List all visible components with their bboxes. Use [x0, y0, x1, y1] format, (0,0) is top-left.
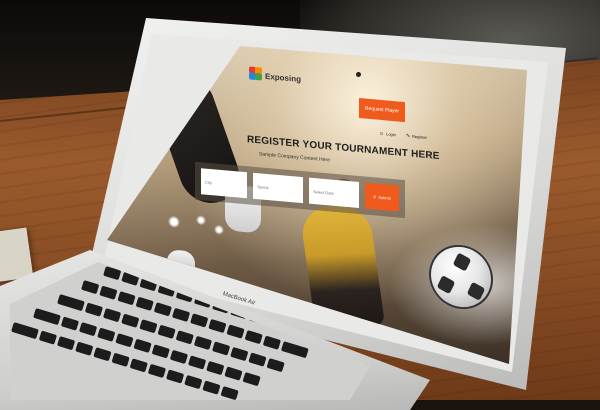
- keyboard-key: [111, 352, 130, 367]
- keyboard-key: [135, 296, 154, 311]
- keyboard-key: [248, 352, 267, 367]
- keyboard-key: [262, 335, 281, 350]
- site-logo[interactable]: Exposing: [249, 64, 301, 86]
- hero-subtitle: Sample Company Content Here: [259, 151, 330, 164]
- city-input[interactable]: [201, 168, 247, 199]
- keyboard-key: [139, 319, 158, 334]
- keyboard-key: [117, 291, 136, 306]
- date-input[interactable]: [309, 177, 359, 209]
- keyboard-key: [208, 318, 227, 334]
- keyboard-key: [206, 360, 225, 376]
- keyboard-key: [242, 372, 261, 387]
- keyboard-key: [102, 308, 122, 323]
- ball-patch: [452, 252, 472, 272]
- keyboard-key: [244, 329, 263, 345]
- keyboard-key: [99, 285, 118, 300]
- keyboard-key: [165, 369, 185, 384]
- nav-register-label: Register: [412, 133, 428, 140]
- keyboard-key: [115, 333, 134, 348]
- keyboard-key: [151, 344, 170, 359]
- keyboard-key: [78, 322, 98, 337]
- keyboard-key: [184, 374, 203, 390]
- nav-login[interactable]: ☺ Login: [379, 131, 396, 138]
- keyboard-key: [266, 358, 285, 373]
- sports-input[interactable]: [253, 172, 303, 204]
- keyboard-key: [226, 324, 245, 339]
- keyboard-key: [84, 302, 104, 317]
- keyboard-key: [280, 341, 309, 359]
- keyboard-key: [193, 335, 213, 351]
- search-icon: ⚲: [373, 193, 377, 200]
- submit-button-label: Submit: [378, 194, 391, 201]
- keyboard-key: [33, 308, 61, 326]
- pencil-icon: ✎: [405, 133, 411, 140]
- logo-icon: [249, 66, 262, 81]
- top-nav: ☺ Login ✎ Register: [379, 131, 427, 141]
- keyboard-key: [157, 324, 176, 339]
- nav-login-label: Login: [386, 131, 396, 138]
- nav-register[interactable]: ✎ Register: [406, 133, 427, 141]
- webcam: [356, 72, 361, 77]
- keyboard-key: [93, 347, 112, 362]
- keyboard-key: [81, 280, 100, 295]
- keyboard-key: [224, 366, 243, 381]
- submit-button[interactable]: ⚲ Submit: [365, 182, 399, 212]
- keyboard-key: [211, 341, 231, 356]
- keyboard-key: [133, 338, 152, 353]
- keyboard-key: [129, 358, 148, 373]
- keyboard-key: [153, 302, 172, 317]
- stadium-lights-image: [147, 199, 237, 248]
- keyboard-key: [57, 294, 85, 312]
- ball-patch: [436, 275, 456, 295]
- keyboard-key: [171, 307, 191, 323]
- keyboard-key: [75, 341, 94, 356]
- keyboard-key: [38, 330, 58, 345]
- keyboard-key: [187, 355, 207, 370]
- keyboard-key: [202, 380, 221, 395]
- keyboard-key: [220, 386, 239, 400]
- keyboard-key: [169, 349, 189, 365]
- logo-text-group: Exposing: [265, 66, 301, 86]
- logo-text: Exposing: [265, 71, 302, 84]
- keyboard-key: [190, 313, 209, 328]
- keyboard-key: [11, 322, 39, 340]
- keyboard-key: [121, 313, 140, 328]
- ball-patch: [466, 281, 486, 301]
- keyboard-key: [97, 327, 116, 342]
- request-player-button[interactable]: Request Player: [359, 98, 405, 123]
- keyboard-key: [230, 346, 249, 362]
- keyboard-key: [147, 363, 167, 379]
- keyboard-key: [60, 316, 80, 331]
- keyboard-key: [175, 330, 194, 345]
- football-image: [429, 242, 493, 312]
- user-icon: ☺: [379, 130, 385, 138]
- keyboard-key: [56, 336, 76, 351]
